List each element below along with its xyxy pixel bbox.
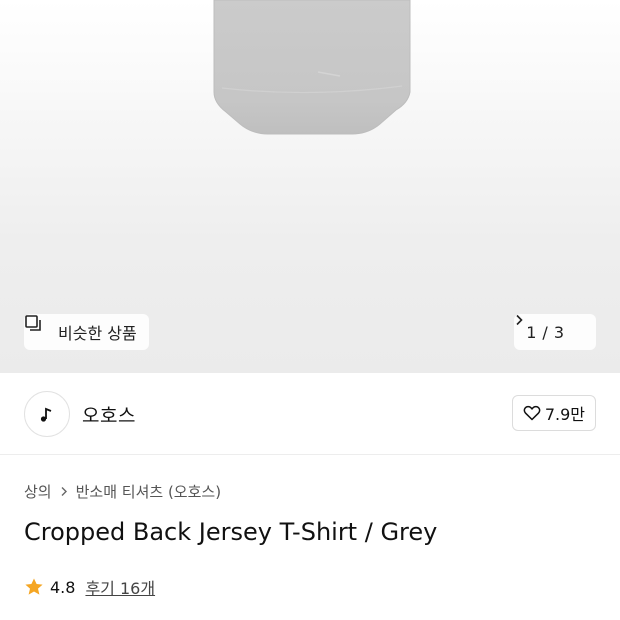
- product-page: 비슷한 상품 1 / 3 오호스 7.9만 상의 반소매 티셔츠 (오호스) C…: [0, 0, 620, 620]
- chevron-right-icon: [516, 314, 584, 338]
- image-pager-button[interactable]: 1 / 3: [514, 314, 596, 350]
- like-button[interactable]: 7.9만: [511, 395, 596, 431]
- similar-products-label: 비슷한 상품: [58, 324, 137, 343]
- product-title: Cropped Back Jersey T-Shirt / Grey: [24, 518, 438, 546]
- heart-icon: [523, 405, 541, 421]
- brand-name-link[interactable]: 오호스: [82, 401, 136, 428]
- similar-products-icon: [25, 315, 52, 341]
- reviews-link[interactable]: 후기 16개: [85, 575, 155, 599]
- like-count: 7.9만: [544, 405, 585, 424]
- chevron-right-icon: [60, 483, 68, 501]
- rating-row: 4.8 후기 16개: [24, 575, 155, 599]
- brand-logo[interactable]: [24, 391, 70, 437]
- pager-current: 1: [526, 322, 537, 342]
- rating-score: 4.8: [50, 577, 76, 597]
- pager-separator: /: [542, 322, 548, 342]
- breadcrumb: 상의 반소매 티셔츠 (오호스): [24, 481, 221, 502]
- similar-products-button[interactable]: 비슷한 상품: [24, 314, 149, 350]
- breadcrumb-item-subcategory[interactable]: 반소매 티셔츠 (오호스): [76, 481, 221, 502]
- star-icon: [24, 577, 44, 597]
- breadcrumb-item-category[interactable]: 상의: [24, 481, 52, 502]
- pager-total: 3: [553, 322, 564, 342]
- brand-row: 오호스 7.9만: [0, 373, 620, 455]
- brand-logo-icon: [40, 407, 52, 422]
- product-image-gallery[interactable]: 비슷한 상품 1 / 3: [0, 0, 620, 373]
